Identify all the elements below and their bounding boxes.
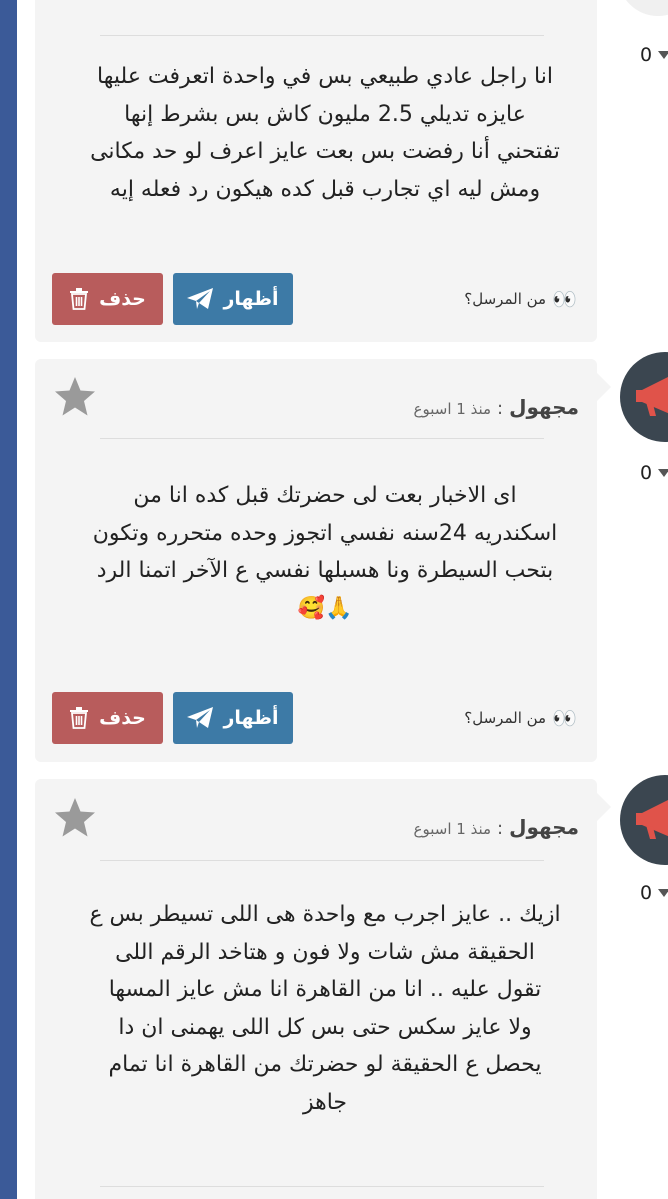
avatar[interactable] (620, 775, 668, 865)
count-value: 0 (640, 462, 653, 484)
show-sender-button[interactable]: أظهار (173, 273, 293, 325)
eyes-icon: 👀 (552, 287, 577, 311)
reaction-count[interactable]: 0 (640, 462, 668, 484)
favorite-star-icon[interactable] (53, 375, 97, 419)
card-pointer (597, 373, 611, 401)
show-sender-button[interactable]: أظهار (173, 692, 293, 744)
divider (100, 1186, 544, 1187)
count-value: 0 (640, 44, 653, 66)
delete-button-label: حذف (99, 288, 146, 310)
sender-prompt: من المرسل؟ (464, 709, 547, 727)
divider (100, 35, 544, 36)
reaction-count[interactable]: 0 (640, 44, 668, 66)
trash-icon (70, 288, 89, 310)
message-line: ومش ليه اي تجارب قبل كده هيكون رد فعله إ… (109, 176, 541, 202)
message-line: جاهز (302, 1089, 348, 1115)
sender-prompt: من المرسل؟ (464, 290, 547, 308)
message-line: اى الاخبار بعت لى حضرتك قبل كده انا من (133, 483, 517, 508)
eyes-icon: 👀 (552, 706, 577, 730)
message-line: تقول عليه .. انا من القاهرة انا مش عايز … (108, 977, 542, 1002)
message-text: اى الاخبار بعت لى حضرتك قبل كده انا من ا… (71, 477, 579, 627)
message-line: عايزه تديلي 2.5 مليون كاش بس بشرط إنها (124, 101, 526, 127)
reaction-count[interactable]: 0 (640, 882, 668, 904)
meta-separator: : (497, 398, 504, 419)
sender-question[interactable]: 👀 من المرسل؟ (464, 706, 577, 730)
caret-down-icon (658, 51, 668, 59)
favorite-star-icon[interactable] (53, 796, 97, 840)
screen: انا راجل عادي طبيعي بس في واحدة اتعرفت ع… (0, 0, 668, 1199)
megaphone-icon (636, 377, 668, 416)
trash-icon (70, 707, 89, 729)
timestamp: منذ 1 اسبوع (413, 820, 492, 838)
send-icon (187, 707, 214, 728)
message-card: مجهول : منذ 1 اسبوع اى الاخبار بعت لى حض… (35, 359, 611, 762)
message-meta: مجهول : منذ 1 اسبوع (414, 395, 579, 419)
message-line: اسكندريه 24سنه نفسي اتجوز وحده متحرره وت… (92, 520, 558, 546)
message-text: ازيك .. عايز اجرب مع واحدة هى اللى تسيطر… (71, 896, 579, 1121)
message-line: ولا عايز سكس حتى بس كل اللى يهمنى ان دا (118, 1014, 532, 1040)
avatar-partial (618, 0, 668, 16)
delete-button[interactable]: حذف (52, 692, 163, 744)
author-name: مجهول (509, 815, 579, 839)
message-line: الحقيقة مش شات ولا فون و هتاخد الرقم الل… (115, 939, 535, 965)
message-line: 🙏🥰 (297, 595, 353, 621)
message-card: مجهول : منذ 1 اسبوع ازيك .. عايز اجرب مع… (35, 779, 611, 1199)
count-value: 0 (640, 882, 653, 904)
show-button-label: أظهار (223, 707, 279, 729)
avatar[interactable] (620, 352, 668, 442)
delete-button-label: حذف (99, 707, 146, 729)
message-line: يحصل ع الحقيقة لو حضرتك من القاهرة انا ت… (108, 1052, 542, 1077)
message-line: ازيك .. عايز اجرب مع واحدة هى اللى تسيطر… (89, 902, 561, 927)
message-line: بتحب السيطرة ونا هسبلها نفسي ع الآخر اتم… (96, 558, 554, 583)
card-pointer (597, 793, 611, 821)
caret-down-icon (658, 469, 668, 477)
message-meta: مجهول : منذ 1 اسبوع (414, 815, 579, 839)
divider (100, 860, 544, 861)
left-accent-bar (0, 0, 17, 1199)
caret-down-icon (658, 889, 668, 897)
meta-separator: : (497, 818, 504, 839)
megaphone-icon (636, 800, 668, 839)
author-name: مجهول (509, 395, 579, 419)
message-card: انا راجل عادي طبيعي بس في واحدة اتعرفت ع… (35, 0, 597, 342)
divider (100, 438, 544, 439)
show-button-label: أظهار (223, 288, 279, 310)
delete-button[interactable]: حذف (52, 273, 163, 325)
send-icon (187, 288, 214, 309)
message-line: انا راجل عادي طبيعي بس في واحدة اتعرفت ع… (97, 64, 553, 89)
sender-question[interactable]: 👀 من المرسل؟ (464, 287, 577, 311)
timestamp: منذ 1 اسبوع (413, 400, 492, 418)
message-line: تفتحني أنا رفضت بس بعت عايز اعرف لو حد م… (90, 139, 560, 164)
message-text: انا راجل عادي طبيعي بس في واحدة اتعرفت ع… (71, 58, 579, 208)
